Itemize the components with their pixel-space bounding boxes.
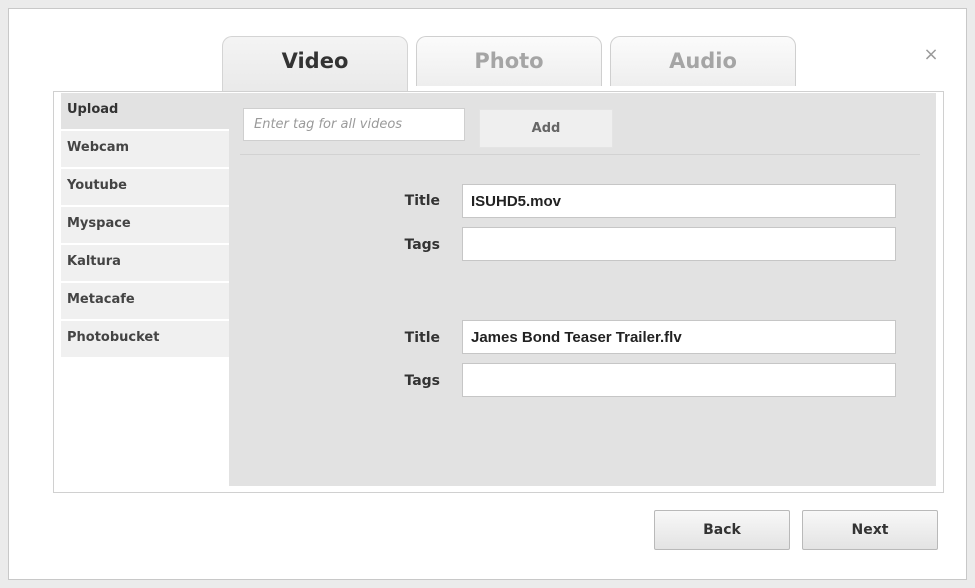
divider <box>240 154 920 155</box>
video-2-tags-label: Tags <box>404 373 440 389</box>
tab-photo[interactable]: Photo <box>416 36 602 86</box>
video-1-tags-input[interactable] <box>462 227 896 261</box>
sidebar-item-myspace[interactable]: Myspace <box>61 207 229 243</box>
sidebar-item-youtube[interactable]: Youtube <box>61 169 229 205</box>
back-button[interactable]: Back <box>654 510 790 550</box>
sidebar-item-upload[interactable]: Upload <box>61 93 229 129</box>
video-1-tags-label: Tags <box>404 237 440 253</box>
next-button[interactable]: Next <box>802 510 938 550</box>
sidebar-item-metacafe[interactable]: Metacafe <box>61 283 229 319</box>
sidebar-item-webcam[interactable]: Webcam <box>61 131 229 167</box>
video-2-tags-input[interactable] <box>462 363 896 397</box>
sidebar-item-photobucket[interactable]: Photobucket <box>61 321 229 357</box>
close-icon[interactable]: × <box>921 45 941 65</box>
video-2-title-input[interactable] <box>462 320 896 354</box>
tag-all-input[interactable] <box>243 108 465 141</box>
source-sidebar: Upload Webcam Youtube Myspace Kaltura Me… <box>61 93 229 359</box>
upload-panel <box>229 93 936 486</box>
tab-video[interactable]: Video <box>222 36 408 92</box>
tab-audio[interactable]: Audio <box>610 36 796 86</box>
sidebar-item-kaltura[interactable]: Kaltura <box>61 245 229 281</box>
video-1-title-label: Title <box>404 193 440 209</box>
video-2-title-label: Title <box>404 330 440 346</box>
add-tag-button[interactable]: Add <box>479 109 613 148</box>
video-1-title-input[interactable] <box>462 184 896 218</box>
